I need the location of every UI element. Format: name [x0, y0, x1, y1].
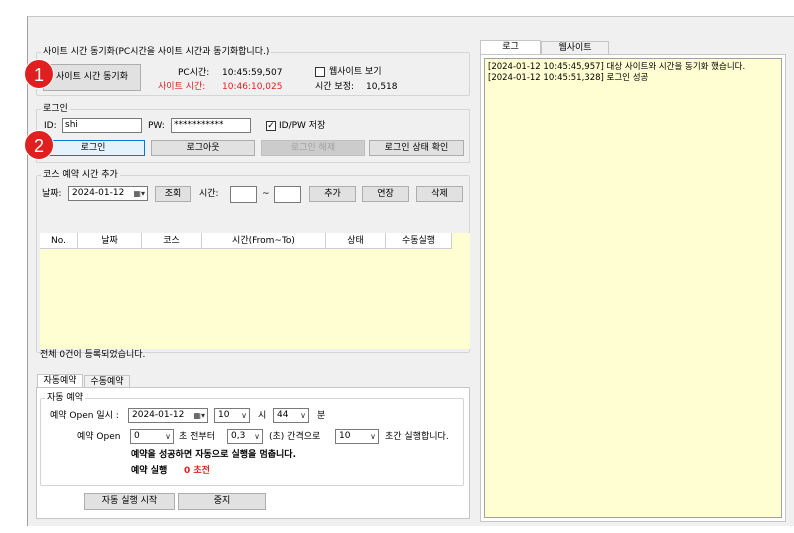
minute-value: 44 — [277, 410, 289, 420]
step-marker-2: 2 — [24, 130, 54, 160]
before-seconds-select[interactable]: 0 ∨ — [130, 429, 174, 444]
add-button[interactable]: 추가 — [309, 186, 356, 202]
chevron-down-icon[interactable]: ∨ — [254, 430, 260, 443]
login-group-title: 로그인 — [41, 103, 70, 115]
time-correction-label: 시간 보정: — [315, 82, 355, 92]
course-group-title: 코스 예약 시간 추가 — [41, 169, 120, 181]
chevron-down-icon[interactable]: ∨ — [241, 409, 247, 422]
save-credentials-checkbox[interactable]: ✓ — [266, 121, 276, 131]
pc-time-label: PC시간: — [178, 68, 210, 78]
interval-select[interactable]: 0,3 ∨ — [227, 429, 263, 444]
before-seconds-value: 0 — [134, 431, 140, 441]
open-datetime-label: 예약 Open 일시 : — [50, 411, 119, 421]
sync-group-title: 사이트 시간 동기화(PC시간을 사이트 시간과 동기화합니다.) — [41, 46, 272, 58]
search-button[interactable]: 조회 — [155, 186, 191, 202]
start-auto-run-button[interactable]: 자동 실행 시작 — [84, 493, 175, 510]
column-header-time[interactable]: 시간(From~To) — [202, 233, 326, 249]
save-credentials-label: ID/PW 저장 — [279, 121, 326, 131]
calendar-dropdown-icon[interactable]: ▦▾ — [193, 409, 205, 422]
auto-stop-notice: 예약을 성공하면 자동으로 실행을 멈춥니다. — [131, 450, 296, 460]
delete-button[interactable]: 삭제 — [416, 186, 463, 202]
pc-time-value: 10:45:59,507 — [222, 68, 283, 78]
interval-text: (초) 간격으로 — [269, 432, 321, 442]
login-button[interactable]: 로그인 — [41, 140, 145, 156]
duration-value: 10 — [339, 431, 351, 441]
column-header-status[interactable]: 상태 — [326, 233, 386, 249]
step-marker-1: 1 — [24, 59, 54, 89]
hour-value: 10 — [218, 410, 230, 420]
release-login-button[interactable]: 로그인 해제 — [261, 140, 365, 156]
time-from-field[interactable] — [230, 186, 257, 203]
hour-select[interactable]: 10 ∨ — [214, 408, 250, 423]
log-line: [2024-01-12 10:45:51,328] 로그인 성공 — [488, 73, 649, 83]
title-bar — [0, 0, 794, 16]
extend-button[interactable]: 연장 — [362, 186, 409, 202]
tab-auto-reserve[interactable]: 자동예약 — [37, 374, 83, 388]
show-website-checkbox[interactable] — [315, 67, 325, 77]
auto-reserve-title: 자동 예약 — [45, 392, 85, 404]
open-label: 예약 Open — [77, 432, 121, 442]
date-label: 날짜: — [42, 189, 62, 199]
logout-button[interactable]: 로그아웃 — [151, 140, 255, 156]
time-label: 시간: — [199, 189, 219, 199]
column-header-no[interactable]: No. — [40, 233, 78, 249]
chevron-down-icon[interactable]: ∨ — [165, 430, 171, 443]
minute-unit: 분 — [317, 411, 326, 421]
duration-select[interactable]: 10 ∨ — [335, 429, 379, 444]
log-box[interactable]: [2024-01-12 10:45:45,957] 대상 사이트와 시간을 동기… — [484, 58, 782, 518]
hour-unit: 시 — [258, 411, 267, 421]
table-header: No. 날짜 코스 시간(From~To) 상태 수동실행 — [40, 233, 452, 249]
site-time-label: 사이트 시간: — [158, 82, 206, 92]
chevron-down-icon[interactable]: ∨ — [370, 430, 376, 443]
column-header-course[interactable]: 코스 — [142, 233, 202, 249]
tab-website[interactable]: 웹사이트 — [541, 41, 609, 55]
duration-text: 초간 실행합니다. — [385, 432, 449, 442]
time-correction-value: 10,518 — [366, 82, 398, 92]
open-date-value: 2024-01-12 — [132, 410, 185, 420]
login-status-button[interactable]: 로그인 상태 확인 — [369, 140, 464, 156]
run-countdown: 0 초전 — [184, 466, 210, 476]
before-text: 초 전부터 — [179, 432, 215, 442]
date-picker-value: 2024-01-12 — [72, 188, 125, 198]
date-picker[interactable]: 2024-01-12 ▦▾ — [68, 186, 148, 201]
id-field[interactable]: shi — [62, 118, 142, 133]
reservation-table[interactable]: No. 날짜 코스 시간(From~To) 상태 수동실행 — [40, 233, 470, 349]
log-line: [2024-01-12 10:45:45,957] 대상 사이트와 시간을 동기… — [488, 62, 746, 72]
tab-log[interactable]: 로그 — [480, 40, 541, 55]
minute-select[interactable]: 44 ∨ — [273, 408, 309, 423]
show-website-label: 웹사이트 보기 — [329, 67, 382, 77]
calendar-dropdown-icon[interactable]: ▦▾ — [133, 187, 145, 200]
site-time-value: 10:46:10,025 — [222, 82, 283, 92]
time-to-field[interactable] — [274, 186, 301, 203]
password-field[interactable]: *********** — [171, 118, 251, 133]
stop-button[interactable]: 중지 — [178, 493, 266, 510]
column-header-date[interactable]: 날짜 — [78, 233, 142, 249]
chevron-down-icon[interactable]: ∨ — [300, 409, 306, 422]
run-label: 예약 실행 — [131, 466, 168, 476]
column-header-manual-run[interactable]: 수동실행 — [386, 233, 452, 249]
time-separator: ~ — [262, 189, 270, 199]
pw-label: PW: — [148, 121, 165, 131]
status-text: 전체 0건이 등록되었습니다. — [40, 350, 146, 360]
id-label: ID: — [44, 121, 57, 131]
interval-value: 0,3 — [231, 431, 246, 441]
open-date-picker[interactable]: 2024-01-12 ▦▾ — [128, 408, 208, 423]
sync-time-button[interactable]: 사이트 시간 동기화 — [43, 64, 141, 91]
